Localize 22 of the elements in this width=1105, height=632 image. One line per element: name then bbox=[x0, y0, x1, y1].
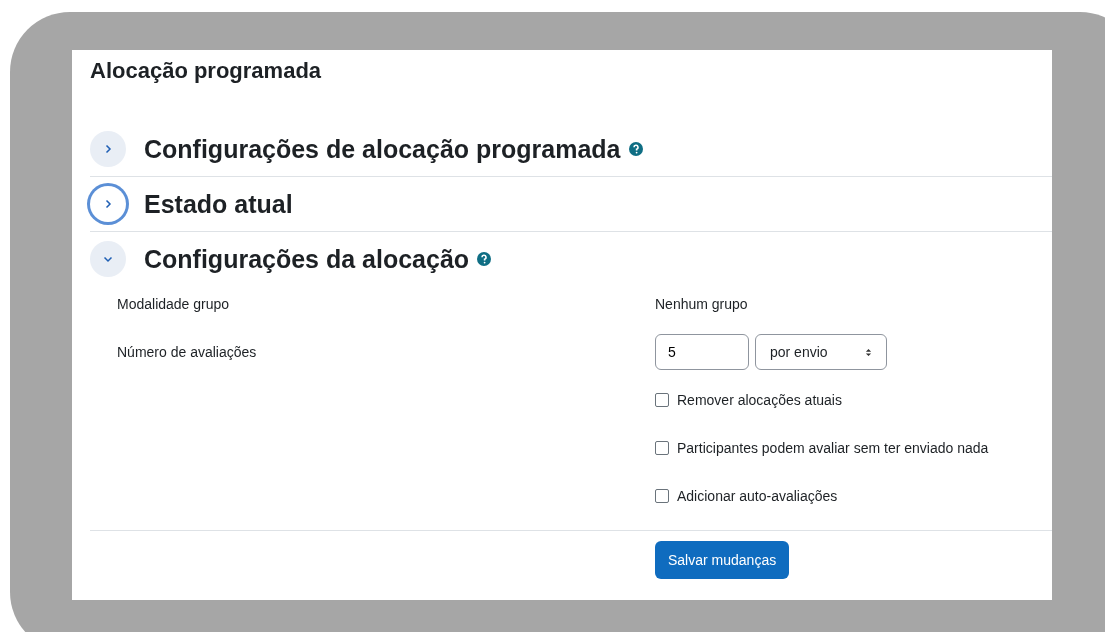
field-label: Número de avaliações bbox=[117, 344, 258, 360]
checkbox[interactable] bbox=[655, 441, 669, 455]
help-icon[interactable] bbox=[477, 252, 492, 266]
field-value: Nenhum grupo bbox=[655, 296, 748, 312]
page-title: Alocação programada bbox=[90, 58, 323, 84]
dropdown[interactable]: por envio bbox=[755, 334, 887, 370]
collapse-toggle[interactable] bbox=[90, 186, 126, 222]
checkbox-label[interactable]: Participantes podem avaliar sem ter enviado nada bbox=[677, 440, 989, 456]
checkbox[interactable] bbox=[655, 489, 669, 503]
number-field[interactable]: 5 bbox=[655, 334, 749, 370]
checkbox-label[interactable]: Adicionar auto-avaliações bbox=[677, 488, 838, 504]
field-label: Modalidade grupo bbox=[117, 296, 231, 312]
sort-arrows-icon bbox=[865, 347, 872, 357]
checkbox-label[interactable]: Remover alocações atuais bbox=[677, 392, 842, 408]
collapse-toggle[interactable] bbox=[90, 131, 126, 167]
save-button[interactable]: Salvar mudanças bbox=[655, 541, 790, 579]
section-heading[interactable]: Configurações de alocação programada bbox=[144, 134, 621, 164]
section-heading[interactable]: Estado atual bbox=[144, 189, 293, 219]
collapse-toggle[interactable] bbox=[90, 241, 126, 277]
help-icon[interactable] bbox=[628, 142, 643, 156]
checkbox[interactable] bbox=[655, 393, 669, 407]
section-heading[interactable]: Configurações da alocação bbox=[144, 244, 470, 274]
